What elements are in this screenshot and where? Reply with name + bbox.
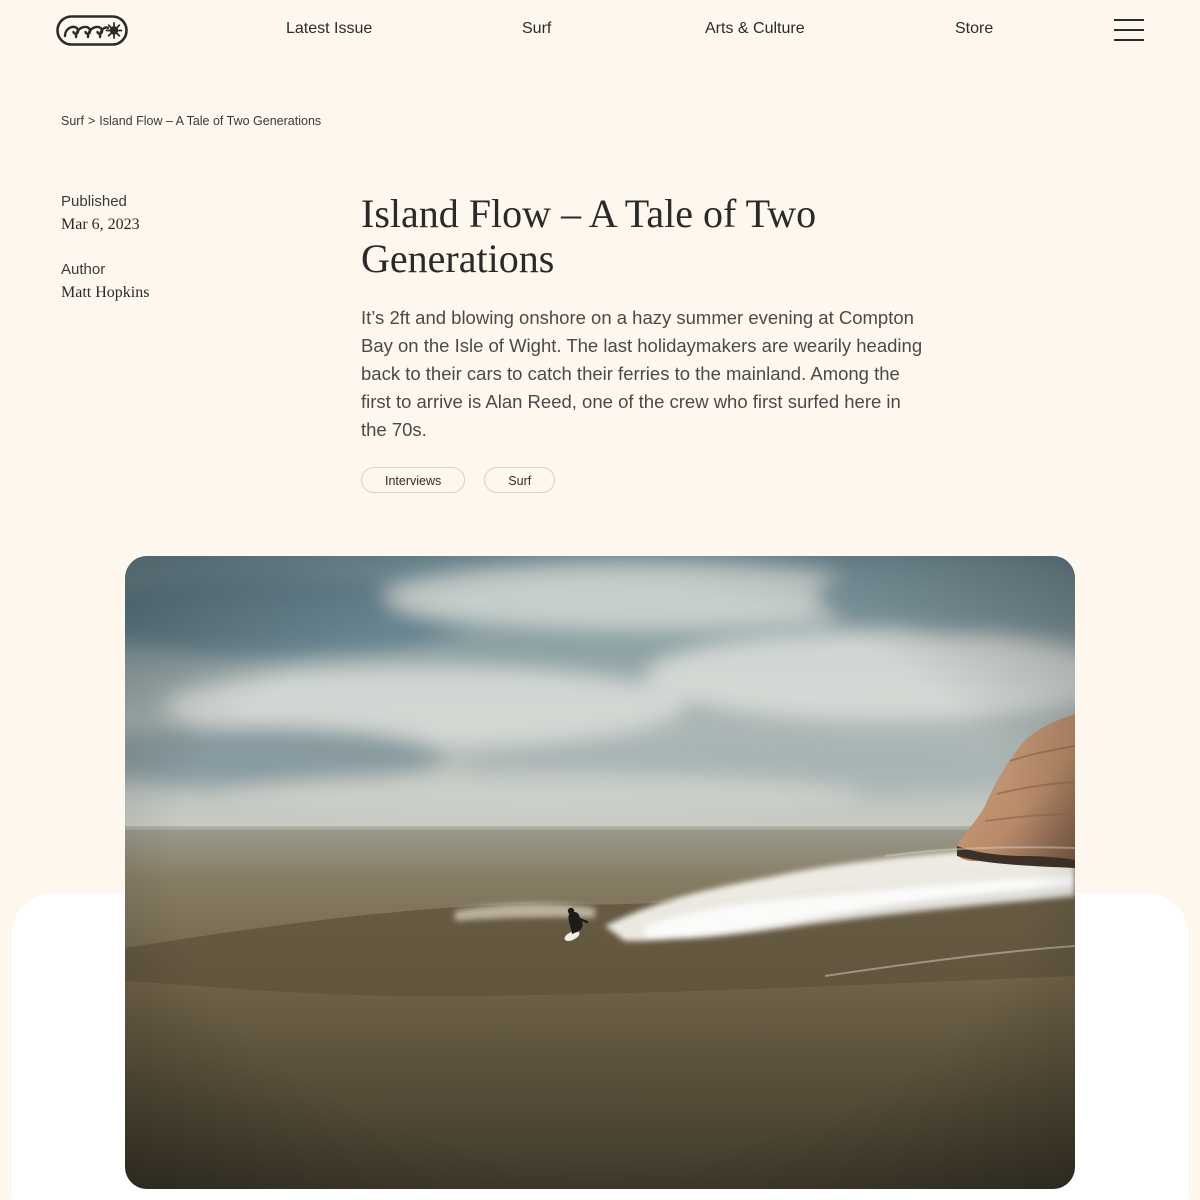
breadcrumb-current: Island Flow – A Tale of Two Generations xyxy=(99,114,322,128)
author-label: Author xyxy=(61,261,106,278)
page: Latest Issue Surf Arts & Culture Store S… xyxy=(0,0,1200,1200)
site-header: Latest Issue Surf Arts & Culture Store xyxy=(0,0,1200,60)
menu-button[interactable] xyxy=(1112,17,1146,43)
breadcrumb-separator: > xyxy=(87,114,96,128)
breadcrumb-link-surf[interactable]: Surf xyxy=(61,114,84,128)
tag-interviews[interactable]: Interviews xyxy=(361,467,466,493)
published-date: Mar 6, 2023 xyxy=(61,216,140,233)
surfer-on-wave-photo xyxy=(125,556,1075,1189)
nav-store[interactable]: Store xyxy=(955,19,993,39)
nav-arts-culture[interactable]: Arts & Culture xyxy=(705,19,805,39)
wave-sun-logo-icon xyxy=(56,15,128,46)
tag-surf[interactable]: Surf xyxy=(484,467,556,493)
nav-surf[interactable]: Surf xyxy=(522,19,551,39)
hero-image xyxy=(125,556,1075,1189)
site-logo[interactable] xyxy=(56,15,128,46)
article-lede: It’s 2ft and blowing onshore on a hazy s… xyxy=(361,307,923,440)
nav-latest-issue[interactable]: Latest Issue xyxy=(286,19,372,39)
tag-list: Interviews Surf xyxy=(361,467,556,495)
article-title: Island Flow – A Tale of Two Generations xyxy=(361,191,817,281)
breadcrumb: Surf > Island Flow – A Tale of Two Generat… xyxy=(61,113,321,129)
published-label: Published xyxy=(61,193,127,210)
author-name[interactable]: Matt Hopkins xyxy=(61,283,149,303)
